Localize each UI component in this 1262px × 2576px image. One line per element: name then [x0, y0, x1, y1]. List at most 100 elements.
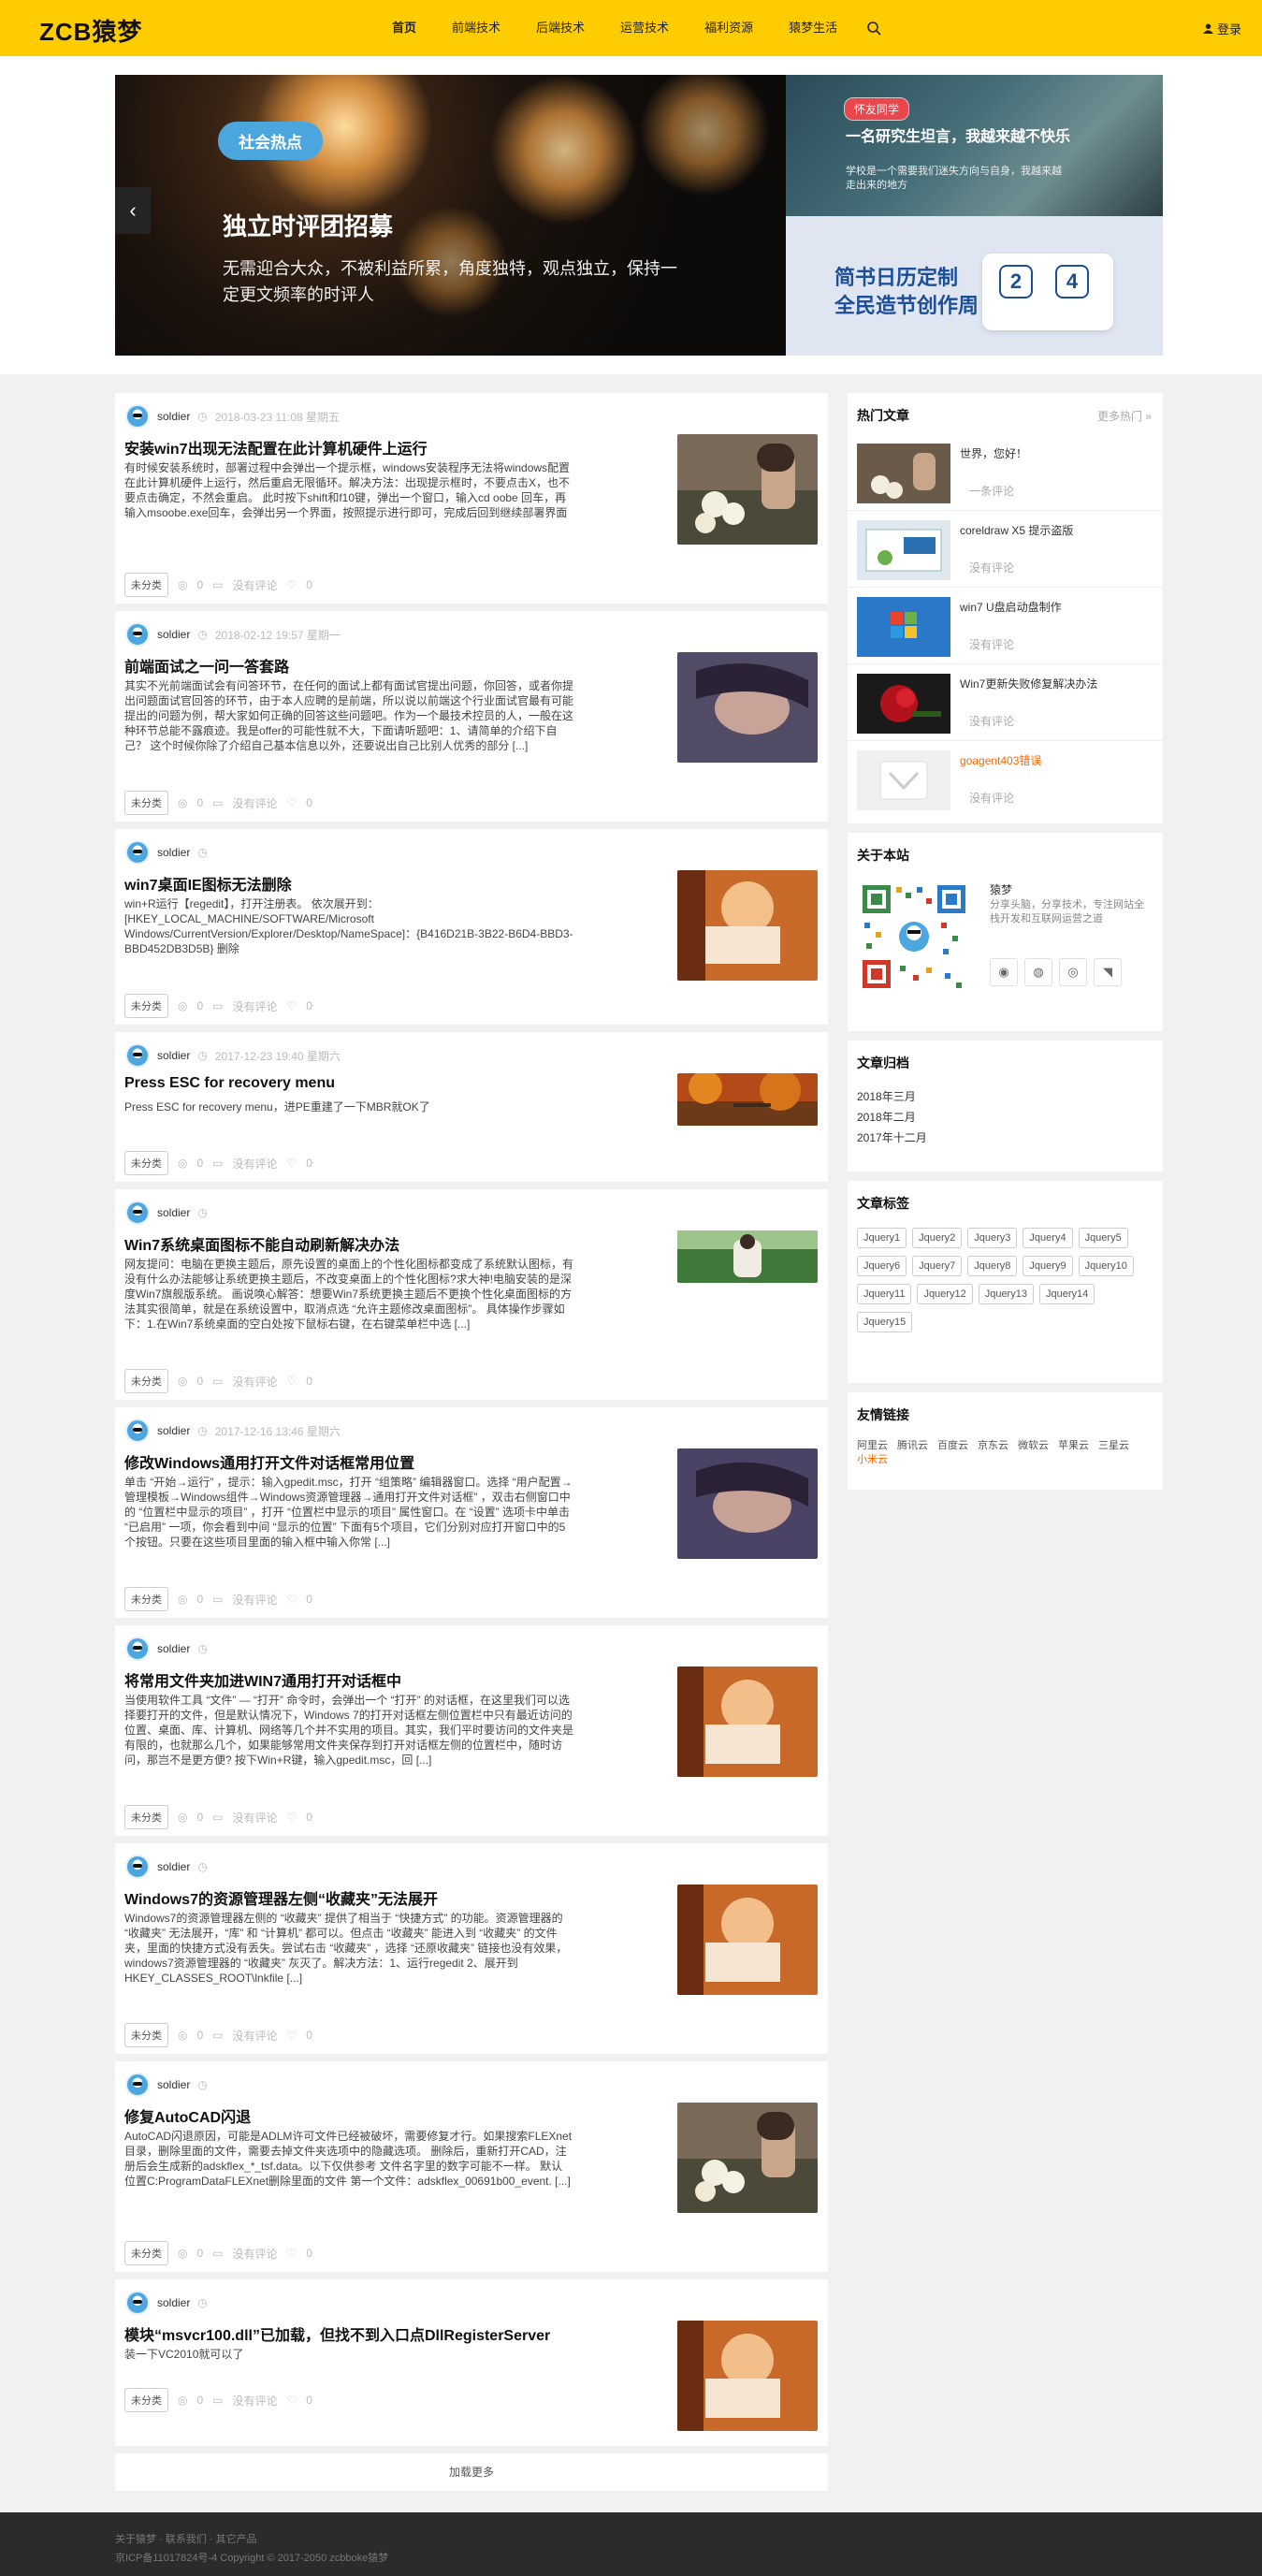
wechat-icon[interactable]: ◍ — [1024, 958, 1052, 986]
post-thumbnail[interactable] — [677, 1073, 818, 1126]
comment-count[interactable]: 没有评论 — [233, 2246, 278, 2262]
like-count[interactable]: 0 — [306, 2247, 312, 2260]
category-tag[interactable]: 未分类 — [124, 791, 168, 815]
comment-count[interactable]: 没有评论 — [233, 998, 278, 1014]
category-tag[interactable]: 未分类 — [124, 1369, 168, 1393]
nav-resources[interactable]: 福利资源 — [687, 0, 771, 56]
tag-link[interactable]: Jquery7 — [912, 1256, 963, 1276]
avatar[interactable] — [125, 1043, 150, 1068]
avatar[interactable] — [125, 2291, 150, 2315]
post-title[interactable]: 修改Windows通用打开文件对话框常用位置 — [124, 1450, 414, 1473]
tag-link[interactable]: Jquery9 — [1023, 1256, 1073, 1276]
avatar[interactable] — [125, 1201, 150, 1225]
nav-frontend[interactable]: 前端技术 — [434, 0, 518, 56]
tag-link[interactable]: Jquery4 — [1023, 1228, 1073, 1248]
hot-post-item[interactable]: 世界，您好！ 一条评论 — [848, 434, 1163, 511]
post-author[interactable]: soldier — [157, 2078, 190, 2091]
tag-link[interactable]: Jquery12 — [917, 1284, 973, 1304]
friend-link[interactable]: 腾讯云 — [897, 1440, 928, 1451]
tag-link[interactable]: Jquery2 — [912, 1228, 963, 1248]
post-thumbnail[interactable] — [677, 1230, 818, 1283]
avatar[interactable] — [125, 1855, 150, 1879]
tag-link[interactable]: Jquery1 — [857, 1228, 907, 1248]
avatar[interactable] — [125, 1637, 150, 1661]
avatar[interactable] — [125, 404, 150, 429]
hot-post-item[interactable]: win7 U盘启动盘制作 没有评论 — [848, 588, 1163, 664]
post-author[interactable]: soldier — [157, 410, 190, 423]
post-author[interactable]: soldier — [157, 1049, 190, 1062]
like-count[interactable]: 0 — [306, 578, 312, 591]
friend-link[interactable]: 三星云 — [1098, 1440, 1129, 1451]
hero-tag[interactable]: 社会热点 — [218, 122, 323, 160]
category-tag[interactable]: 未分类 — [124, 2388, 168, 2412]
post-author[interactable]: soldier — [157, 628, 190, 641]
category-tag[interactable]: 未分类 — [124, 573, 168, 597]
archive-item[interactable]: 2018年二月 — [848, 1106, 1163, 1127]
like-count[interactable]: 0 — [306, 2029, 312, 2042]
nav-life[interactable]: 猿梦生活 — [771, 0, 855, 56]
post-author[interactable]: soldier — [157, 1424, 190, 1437]
post-author[interactable]: soldier — [157, 1860, 190, 1873]
avatar[interactable] — [125, 2073, 150, 2097]
hero-feature-2[interactable]: 简书日历定制 全民造节创作周 2 4 — [786, 216, 1163, 356]
post-thumbnail[interactable] — [677, 2103, 818, 2213]
category-tag[interactable]: 未分类 — [124, 994, 168, 1018]
post-author[interactable]: soldier — [157, 846, 190, 859]
post-title[interactable]: 模块“msvcr100.dll”已加载，但找不到入口点DllRegisterSe… — [124, 2322, 550, 2345]
nav-backend[interactable]: 后端技术 — [518, 0, 602, 56]
post-thumbnail[interactable] — [677, 434, 818, 545]
category-tag[interactable]: 未分类 — [124, 1151, 168, 1175]
category-tag[interactable]: 未分类 — [124, 2241, 168, 2265]
post-title[interactable]: Win7系统桌面图标不能自动刷新解决办法 — [124, 1232, 399, 1255]
tag-link[interactable]: Jquery3 — [967, 1228, 1018, 1248]
like-count[interactable]: 0 — [306, 796, 312, 809]
friend-link[interactable]: 阿里云 — [857, 1440, 888, 1451]
tag-link[interactable]: Jquery15 — [857, 1312, 913, 1332]
more-hot-link[interactable]: 更多热门 » — [1097, 408, 1152, 424]
tag-link[interactable]: Jquery14 — [1038, 1284, 1095, 1304]
nav-home[interactable]: 首页 — [374, 0, 434, 56]
tag-link[interactable]: Jquery11 — [857, 1284, 912, 1304]
friend-link[interactable]: 京东云 — [978, 1440, 1008, 1451]
archive-item[interactable]: 2018年三月 — [848, 1085, 1163, 1106]
avatar[interactable] — [125, 1419, 150, 1443]
post-title[interactable]: Windows7的资源管理器左侧“收藏夹”无法展开 — [124, 1886, 438, 1909]
site-logo[interactable]: ZCB猿梦 — [39, 13, 142, 48]
post-title[interactable]: 前端面试之一问一答套路 — [124, 654, 289, 677]
comment-count[interactable]: 没有评论 — [233, 1374, 278, 1390]
tag-link[interactable]: Jquery10 — [1078, 1256, 1134, 1276]
category-tag[interactable]: 未分类 — [124, 1587, 168, 1611]
post-thumbnail[interactable] — [677, 2321, 818, 2431]
post-title[interactable]: 安装win7出现无法配置在此计算机硬件上运行 — [124, 436, 428, 458]
hot-post-item[interactable]: Win7更新失败修复解决办法 没有评论 — [848, 664, 1163, 741]
friend-link[interactable]: 微软云 — [1018, 1440, 1049, 1451]
post-title[interactable]: Press ESC for recovery menu — [124, 1075, 335, 1092]
search-icon[interactable] — [855, 0, 892, 56]
prev-slide-button[interactable]: ‹ — [115, 187, 151, 234]
tag-link[interactable]: Jquery6 — [857, 1256, 907, 1276]
like-count[interactable]: 0 — [306, 1593, 312, 1606]
tag-link[interactable]: Jquery13 — [978, 1284, 1034, 1304]
like-count[interactable]: 0 — [306, 2394, 312, 2407]
comment-count[interactable]: 没有评论 — [233, 1156, 278, 1172]
qq-icon[interactable]: ◉ — [990, 958, 1018, 986]
like-count[interactable]: 0 — [306, 1375, 312, 1388]
like-count[interactable]: 0 — [306, 1811, 312, 1824]
post-author[interactable]: soldier — [157, 1642, 190, 1655]
like-count[interactable]: 0 — [306, 1157, 312, 1170]
post-author[interactable]: soldier — [157, 1206, 190, 1219]
hot-post-item[interactable]: goagent403错误 没有评论 — [848, 741, 1163, 818]
post-title[interactable]: 将常用文件夹加进WIN7通用打开对话框中 — [124, 1668, 401, 1691]
login-link[interactable]: 登录 — [1202, 20, 1241, 37]
tag-link[interactable]: Jquery8 — [967, 1256, 1018, 1276]
load-more-button[interactable]: 加载更多 — [115, 2453, 828, 2491]
post-thumbnail[interactable] — [677, 1885, 818, 1995]
post-thumbnail[interactable] — [677, 1448, 818, 1559]
friend-link[interactable]: 百度云 — [937, 1440, 968, 1451]
nav-ops[interactable]: 运营技术 — [602, 0, 687, 56]
tag-link[interactable]: Jquery5 — [1078, 1228, 1128, 1248]
post-title[interactable]: win7桌面IE图标无法删除 — [124, 872, 292, 895]
archive-item[interactable]: 2017年十二月 — [848, 1127, 1163, 1147]
post-thumbnail[interactable] — [677, 1666, 818, 1777]
friend-link[interactable]: 小米云 — [857, 1454, 888, 1465]
